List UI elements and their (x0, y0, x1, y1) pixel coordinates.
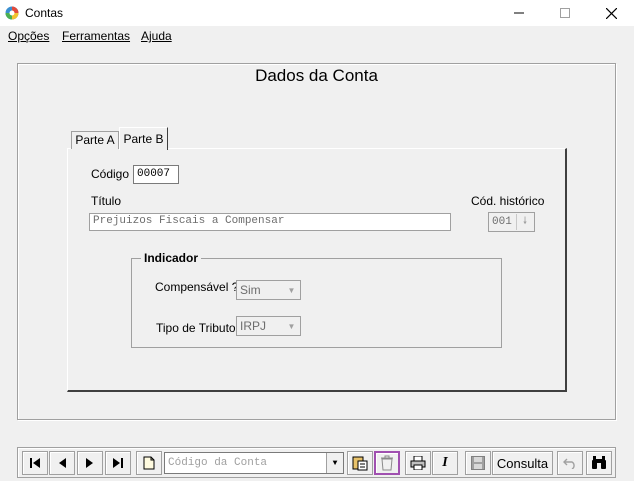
compensavel-value: Sim (240, 283, 261, 297)
window-title: Contas (25, 6, 64, 20)
first-record-icon (30, 458, 40, 468)
arrow-down-icon[interactable]: 🠗 (516, 214, 533, 230)
titulo-field[interactable]: Prejuizos Fiscais a Compensar (89, 213, 451, 231)
delete-button[interactable] (374, 451, 400, 475)
binoculars-icon (592, 456, 606, 469)
codigo-label: Código (91, 167, 130, 181)
cod-historico-value: 001 (492, 216, 512, 228)
app-icon (5, 6, 19, 20)
title-bar: Contas (0, 0, 634, 26)
consulta-button[interactable]: Consulta (492, 451, 553, 475)
previous-record-button[interactable] (49, 451, 75, 475)
minimize-button[interactable] (496, 0, 542, 26)
save-icon (471, 456, 485, 470)
indicador-legend: Indicador (141, 251, 202, 265)
previous-record-icon (59, 458, 66, 468)
paste-button[interactable] (347, 451, 373, 475)
compensavel-label: Compensável ? (155, 280, 239, 294)
tipo-tributo-label: Tipo de Tributo (156, 321, 236, 335)
undo-icon (563, 458, 575, 469)
chevron-down-icon: ▼ (287, 321, 296, 331)
codigo-conta-search-input[interactable]: Código da Conta ▼ (164, 452, 344, 474)
cod-historico-field[interactable]: 001 🠗 (488, 212, 535, 232)
cod-historico-label: Cód. histórico (471, 194, 545, 208)
titulo-label: Título (91, 194, 122, 208)
last-record-icon (113, 458, 123, 468)
menu-opcoes[interactable]: Opções (8, 29, 49, 43)
maximize-icon (560, 8, 570, 18)
tipo-tributo-select[interactable]: IRPJ ▼ (236, 316, 301, 336)
italic-button[interactable]: I (432, 451, 458, 475)
next-record-button[interactable] (77, 451, 103, 475)
last-record-button[interactable] (105, 451, 131, 475)
paste-document-icon (352, 456, 368, 471)
print-icon (410, 456, 426, 470)
page-title: Dados da Conta (255, 66, 378, 85)
tab-parte-b[interactable]: Parte B (119, 127, 168, 150)
delete-icon (381, 455, 393, 471)
chevron-down-icon[interactable]: ▼ (326, 453, 343, 473)
menu-ajuda[interactable]: Ajuda (141, 29, 172, 43)
menu-bar: Opções Ferramentas Ajuda (0, 26, 634, 46)
codigo-field[interactable]: 00007 (133, 165, 179, 184)
chevron-down-icon: ▼ (287, 285, 296, 295)
compensavel-select[interactable]: Sim ▼ (236, 280, 301, 300)
maximize-button[interactable] (542, 0, 588, 26)
tipo-tributo-value: IRPJ (240, 319, 267, 333)
search-placeholder: Código da Conta (168, 457, 268, 469)
new-document-icon (143, 456, 155, 470)
undo-button[interactable] (557, 451, 583, 475)
minimize-icon (514, 12, 524, 14)
new-button[interactable] (136, 451, 162, 475)
next-record-icon (86, 458, 93, 468)
close-button[interactable] (588, 0, 634, 26)
print-button[interactable] (405, 451, 431, 475)
search-button[interactable] (586, 451, 612, 475)
save-button[interactable] (465, 451, 491, 475)
menu-ferramentas[interactable]: Ferramentas (62, 29, 130, 43)
close-icon (605, 7, 617, 19)
tab-parte-a[interactable]: Parte A (71, 131, 119, 149)
first-record-button[interactable] (22, 451, 48, 475)
italic-icon: I (442, 455, 448, 470)
